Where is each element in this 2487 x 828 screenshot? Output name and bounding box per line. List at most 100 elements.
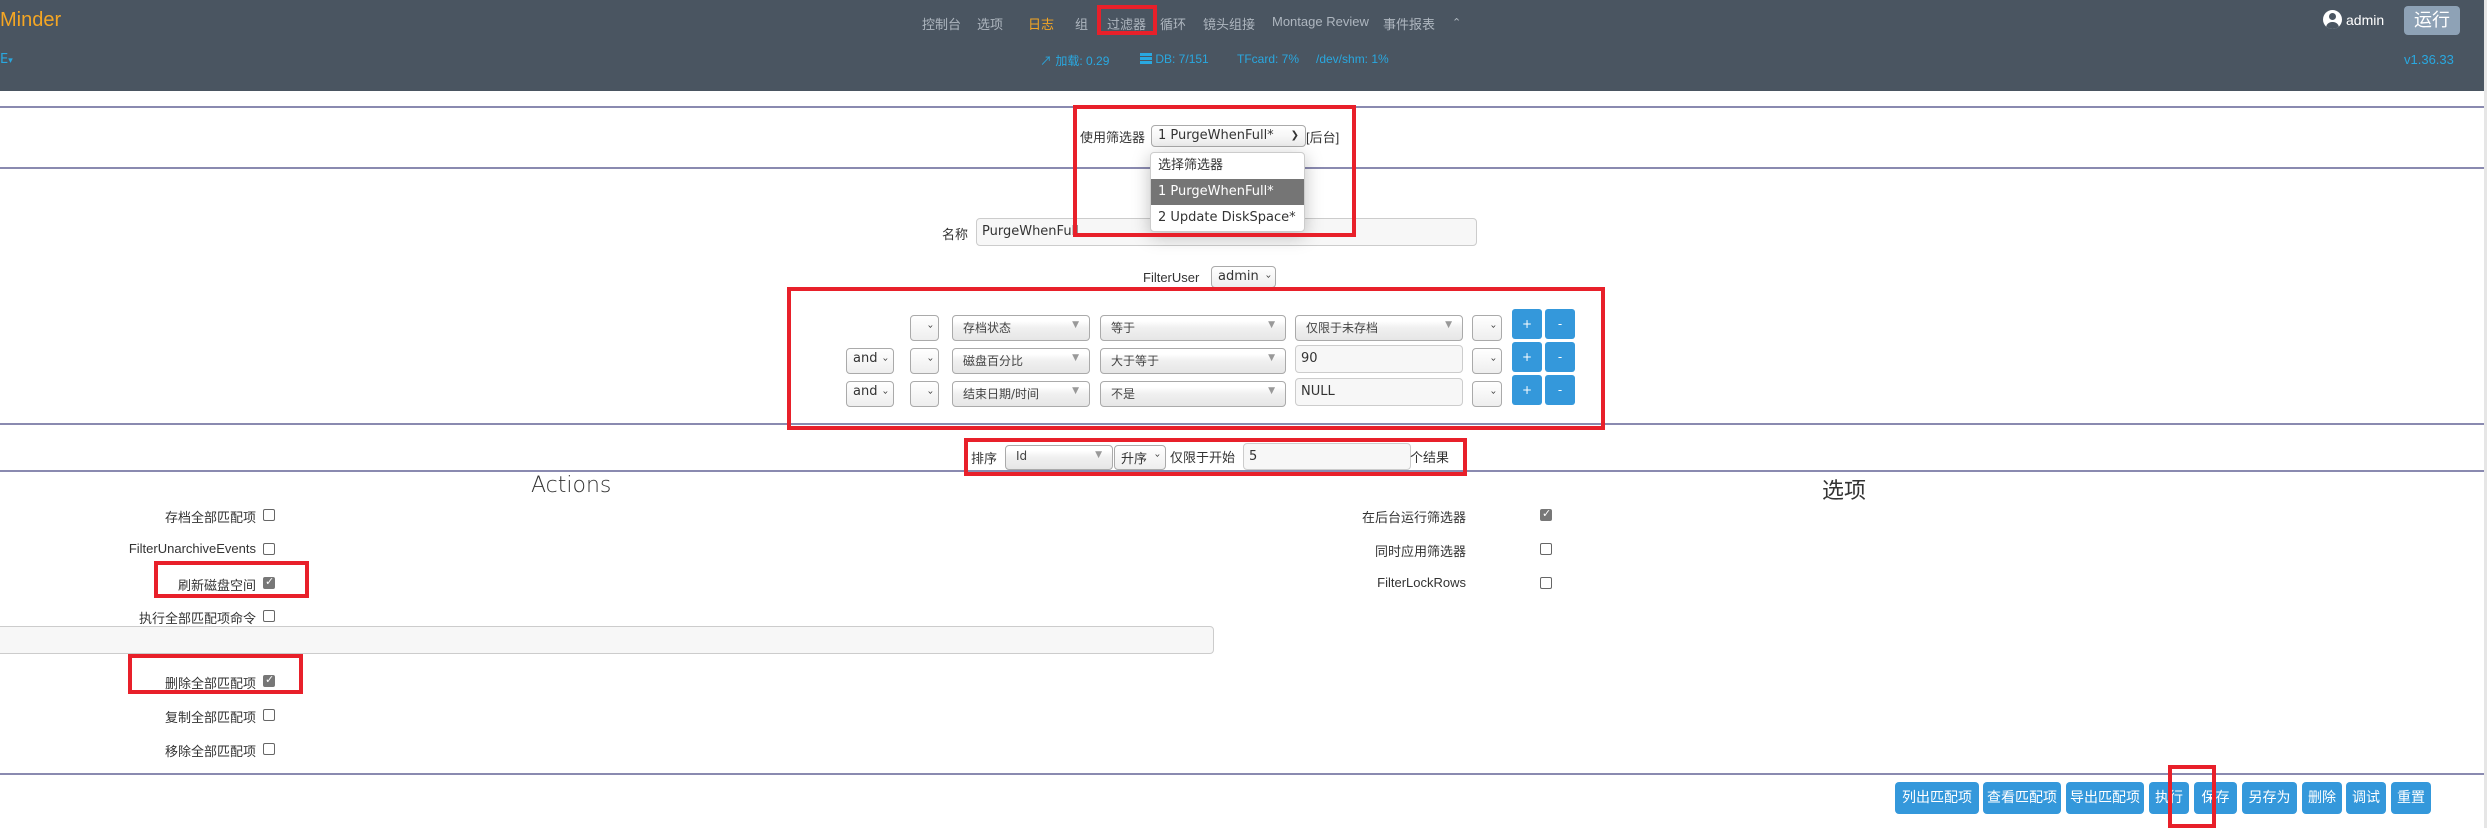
action-move-label: 移除全部匹配项 xyxy=(164,744,256,759)
filter-user-value: admin xyxy=(1218,269,1259,284)
conj-select[interactable]: and › xyxy=(846,348,894,374)
value-input[interactable]: 90 xyxy=(1295,345,1463,373)
delete-button[interactable]: 删除 xyxy=(2302,782,2342,814)
nav-event-report[interactable]: 事件报表 xyxy=(1383,14,1435,33)
sort-field-select[interactable]: Id ▼ xyxy=(1005,445,1113,470)
option-lockrows-checkbox[interactable] xyxy=(1540,577,1552,589)
option-lockrows-label: FilterLockRows xyxy=(1377,575,1466,590)
action-archive-label: 存档全部匹配项 xyxy=(164,510,256,525)
op-select[interactable]: 等于 ▼ xyxy=(1100,315,1286,341)
export-matches-button[interactable]: 导出匹配项 xyxy=(2066,782,2144,814)
paren-open-select[interactable]: › xyxy=(910,315,939,341)
paren-close-select[interactable]: › xyxy=(1472,348,1502,374)
filter-select-label: 使用筛选器 xyxy=(1080,130,1146,145)
action-unarchive-checkbox[interactable] xyxy=(263,543,275,555)
remove-term-button[interactable]: - xyxy=(1545,309,1575,339)
divider xyxy=(0,106,2484,108)
db-stat: DB: 7/151 xyxy=(1140,52,1209,66)
nav-cycle[interactable]: 循环 xyxy=(1160,14,1186,33)
nav-log[interactable]: 日志 xyxy=(1028,14,1054,33)
execute-button[interactable]: 执行 xyxy=(2149,782,2189,814)
database-icon xyxy=(1140,53,1152,64)
chevron-down-icon: › xyxy=(1151,453,1163,458)
add-term-button[interactable]: + xyxy=(1512,309,1542,339)
op-select[interactable]: 大于等于 ▼ xyxy=(1100,348,1286,374)
brand-logo[interactable]: Minder xyxy=(0,9,61,32)
filter-user-select[interactable]: admin › xyxy=(1211,266,1276,288)
sort-field-value: Id xyxy=(1016,449,1028,463)
triangle-down-icon: ▼ xyxy=(1268,353,1275,363)
divider xyxy=(0,470,2484,472)
debug-button[interactable]: 调试 xyxy=(2346,782,2386,814)
chevron-down-icon: › xyxy=(924,390,936,395)
trend-up-icon: ↗ xyxy=(1040,54,1053,68)
limit-input[interactable]: 5 xyxy=(1243,443,1411,470)
filter-select[interactable]: 1 PurgeWhenFull* ❯ xyxy=(1151,125,1306,147)
sort-direction-value: 升序 xyxy=(1121,452,1148,467)
op-value: 不是 xyxy=(1111,387,1136,401)
triangle-down-icon: ▼ xyxy=(1268,386,1275,396)
action-update-diskspace-checkbox[interactable] xyxy=(263,575,275,589)
dropdown-option-selected[interactable]: 1 PurgeWhenFull* xyxy=(1151,179,1304,205)
nav-console[interactable]: 控制台 xyxy=(922,14,961,33)
action-execute-label: 执行全部匹配项命令 xyxy=(138,611,256,626)
remove-term-button[interactable]: - xyxy=(1545,342,1575,372)
conj-select[interactable]: and › xyxy=(846,381,894,407)
option-background-checkbox[interactable] xyxy=(1540,507,1552,521)
limit-label: 仅限于开始 xyxy=(1170,450,1236,465)
chevron-up-icon[interactable]: ⌃ xyxy=(1452,16,1461,29)
shm-stat: /dev/shm: 1% xyxy=(1316,52,1389,66)
op-select[interactable]: 不是 ▼ xyxy=(1100,381,1286,407)
value-input[interactable]: NULL xyxy=(1295,378,1463,406)
load-stat: ↗ 加载: 0.29 xyxy=(1040,52,1109,69)
reset-button[interactable]: 重置 xyxy=(2391,782,2431,814)
op-value: 大于等于 xyxy=(1111,354,1160,368)
action-archive-checkbox[interactable] xyxy=(263,509,275,521)
run-state-button[interactable]: 运行 xyxy=(2404,6,2460,35)
remove-term-button[interactable]: - xyxy=(1545,375,1575,405)
action-move-checkbox[interactable] xyxy=(263,743,275,755)
attr-select[interactable]: 磁盘百分比 ▼ xyxy=(952,348,1090,374)
attr-select[interactable]: 存档状态 ▼ xyxy=(952,315,1090,341)
action-delete-checkbox[interactable] xyxy=(263,673,275,687)
save-as-button[interactable]: 另存为 xyxy=(2242,782,2297,814)
filter-select-value: 1 PurgeWhenFull* xyxy=(1158,128,1274,143)
chevron-down-icon: › xyxy=(1487,357,1499,362)
chevron-down-icon: › xyxy=(1487,390,1499,395)
paren-open-select[interactable]: › xyxy=(910,348,939,374)
add-term-button[interactable]: + xyxy=(1512,342,1542,372)
paren-open-select[interactable]: › xyxy=(910,381,939,407)
name-label: 名称 xyxy=(942,227,969,242)
view-matches-button[interactable]: 查看匹配项 xyxy=(1983,782,2061,814)
nav-montage-review[interactable]: Montage Review xyxy=(1272,14,1369,29)
paren-close-select[interactable]: › xyxy=(1472,381,1502,407)
dropdown-option[interactable]: 选择筛选器 xyxy=(1151,153,1304,179)
filter-user-label: FilterUser xyxy=(1143,270,1200,285)
option-background-label: 在后台运行筛选器 xyxy=(1361,510,1466,525)
language-menu[interactable]: E▾ xyxy=(0,52,13,67)
add-term-button[interactable]: + xyxy=(1512,375,1542,405)
nav-filters[interactable]: 过滤器 xyxy=(1107,14,1146,33)
action-execute-checkbox[interactable] xyxy=(263,610,275,622)
attr-select[interactable]: 结束日期/时间 ▼ xyxy=(952,381,1090,407)
paren-close-select[interactable]: › xyxy=(1472,315,1502,341)
list-matches-button[interactable]: 列出匹配项 xyxy=(1895,782,1979,814)
version-label: v1.36.33 xyxy=(2404,52,2454,67)
nav-montage[interactable]: 镜头组接 xyxy=(1203,14,1255,33)
nav-groups[interactable]: 组 xyxy=(1075,14,1088,33)
value-select[interactable]: 仅限于未存档 ▼ xyxy=(1295,315,1463,341)
chevron-down-icon: › xyxy=(1487,324,1499,329)
attr-value: 结束日期/时间 xyxy=(963,387,1040,401)
option-concurrent-checkbox[interactable] xyxy=(1540,543,1552,555)
execute-command-input[interactable] xyxy=(0,626,1214,654)
nav-options[interactable]: 选项 xyxy=(977,14,1003,33)
conj-value: and xyxy=(853,351,878,366)
save-button[interactable]: 保存 xyxy=(2194,782,2237,814)
dropdown-option[interactable]: 2 Update DiskSpace* xyxy=(1151,205,1304,231)
action-copy-checkbox[interactable] xyxy=(263,709,275,721)
sort-direction-select[interactable]: 升序 › xyxy=(1114,445,1166,470)
user-name: admin xyxy=(2346,11,2385,28)
options-heading: 选项 xyxy=(1822,479,1867,504)
user-menu[interactable]: admin xyxy=(2323,10,2384,29)
sort-label: 排序 xyxy=(971,451,998,466)
